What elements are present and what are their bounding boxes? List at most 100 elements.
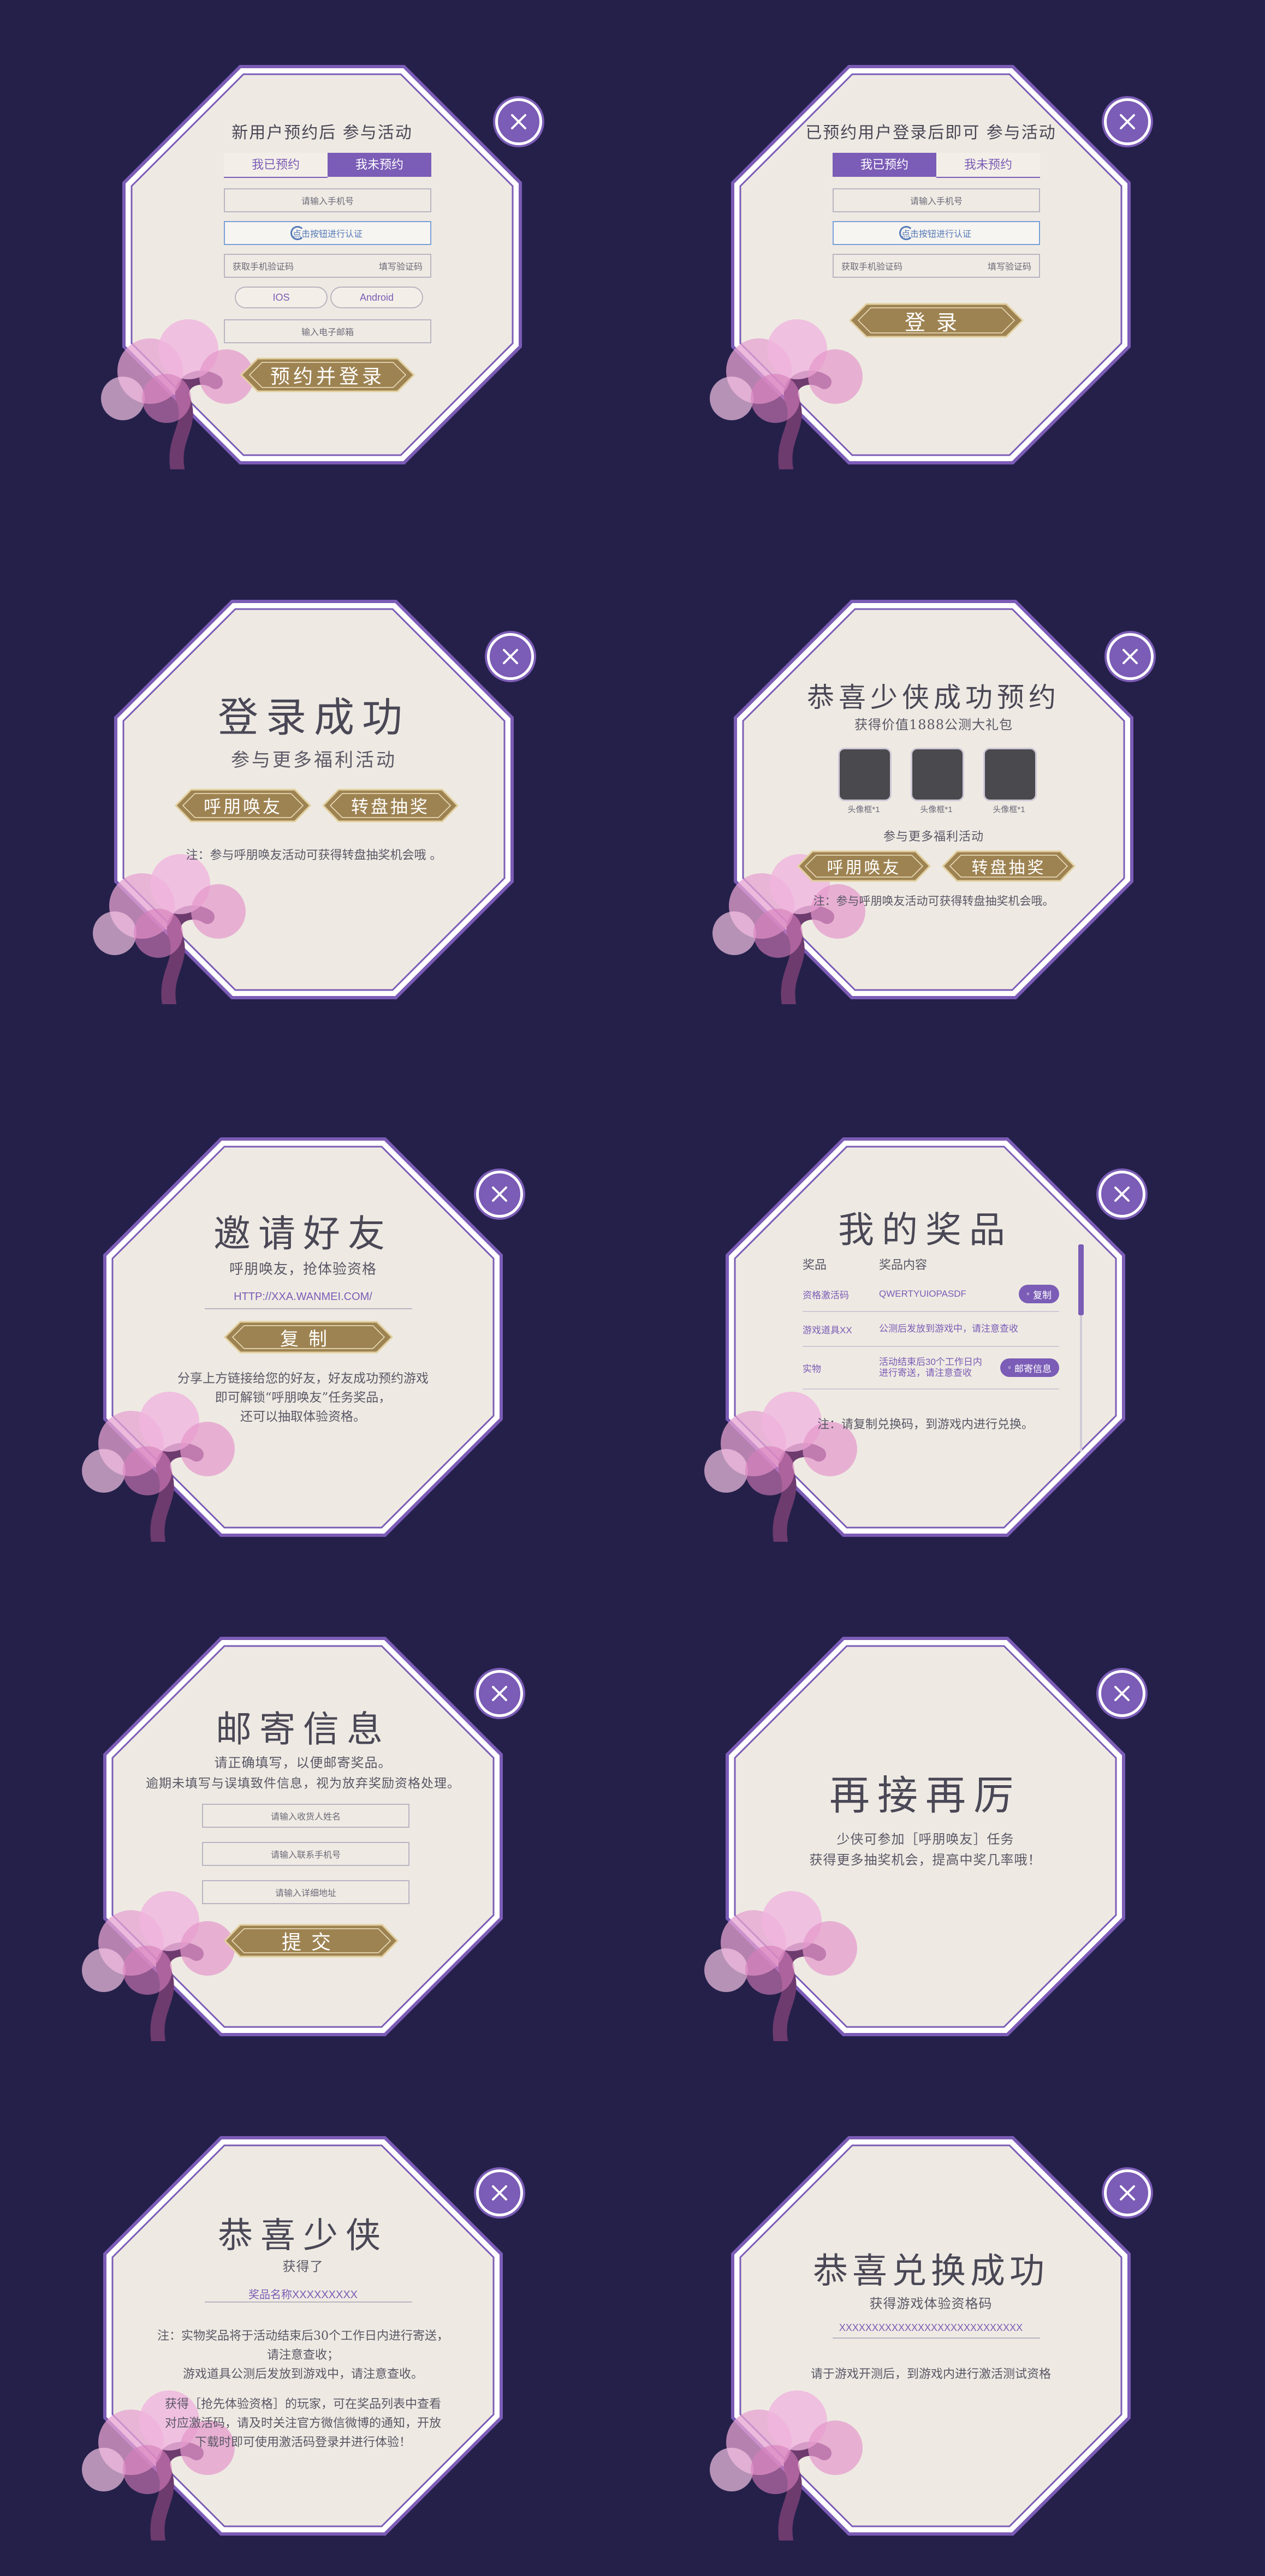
verify-spinner-icon bbox=[290, 226, 305, 240]
popup-title: 再接再厉 bbox=[829, 1772, 1021, 1819]
desc-line-1: 分享上方链接给您的好友，好友成功预约游戏 bbox=[177, 1372, 429, 1386]
prize-table-header: 奖品 奖品内容 bbox=[803, 1255, 1059, 1277]
gift-item-2 bbox=[911, 748, 964, 801]
popup-reserve-success: 恭喜少侠成功预约 获得价值1888公测大礼包 头像框*1 头像框*1 头像框*1… bbox=[712, 595, 1154, 1004]
verify-button[interactable]: 点击按钮进行认证 bbox=[833, 221, 1040, 245]
close-icon bbox=[1114, 1686, 1130, 1701]
login-button[interactable]: 登录 bbox=[849, 303, 1024, 338]
copy-label: 复制 bbox=[280, 1328, 337, 1350]
col-prize: 奖品 bbox=[803, 1259, 827, 1272]
prize-underline bbox=[205, 2301, 412, 2303]
popup-note: 注：参与呼朋唤友活动可获得转盘抽奖机会哦。 bbox=[813, 895, 1054, 908]
scrollbar-thumb[interactable] bbox=[1078, 1244, 1084, 1315]
close-button[interactable] bbox=[1098, 1670, 1145, 1717]
note-line-4: 获得［抢先体验资格］的玩家，可在奖品列表中查看 bbox=[164, 2398, 441, 2411]
ios-option[interactable]: IOS bbox=[235, 287, 328, 308]
close-button[interactable] bbox=[1104, 2169, 1151, 2216]
close-icon bbox=[1120, 114, 1135, 129]
reserve-login-label: 预约并登录 bbox=[270, 366, 385, 388]
desc-line-2: 即可解锁“呼朋唤友”任务奖品， bbox=[215, 1391, 391, 1405]
mail-icon: ◦ bbox=[1007, 1362, 1011, 1373]
desc-line-3: 还可以抽取体验资格。 bbox=[240, 1410, 366, 1424]
submit-button[interactable]: 提交 bbox=[224, 1924, 399, 1958]
popup-invite-friends: 邀请好友 呼朋唤友，抢体验资格 HTTP://XXA.WANMEI.COM/ 复… bbox=[82, 1132, 523, 1542]
prize-name: 奖品名称XXXXXXXXX bbox=[248, 2289, 358, 2301]
prize-name: 实物 bbox=[803, 1363, 821, 1374]
receiver-phone-input[interactable]: 请输入联系手机号 bbox=[202, 1842, 409, 1866]
redeem-code[interactable]: XXXXXXXXXXXXXXXXXXXXXXXXXXXX bbox=[726, 2322, 1136, 2334]
code-input[interactable]: 获取手机验证码 填写验证码 bbox=[833, 254, 1040, 278]
verify-button[interactable]: 点击按钮进行认证 bbox=[224, 221, 431, 245]
prize-content: 公测后发放到游戏中，请注意查收 bbox=[879, 1323, 1018, 1334]
close-icon bbox=[1120, 2185, 1135, 2201]
close-button[interactable] bbox=[476, 1171, 523, 1218]
close-button[interactable] bbox=[495, 98, 542, 145]
code-underline bbox=[833, 2338, 1040, 2339]
copy-code-button[interactable]: ◦ 复制 bbox=[1018, 1285, 1059, 1303]
prize-row: 游戏道具XX 公测后发放到游戏中，请注意查收 bbox=[803, 1312, 1059, 1347]
close-icon bbox=[492, 2185, 507, 2201]
popup-title: 登录成功 bbox=[218, 694, 410, 741]
popup-title: 我的奖品 bbox=[838, 1209, 1013, 1251]
popup-note: 请于游戏开测后，到游戏内进行激活测试资格 bbox=[810, 2368, 1051, 2381]
invite-button[interactable]: 呼朋唤友 bbox=[797, 850, 931, 882]
close-button[interactable] bbox=[1107, 633, 1154, 680]
popup-subtitle: 获得游戏体验资格码 bbox=[869, 2296, 993, 2311]
copy-button[interactable]: 复制 bbox=[224, 1321, 393, 1353]
popup-note: 注：参与呼朋唤友活动可获得转盘抽奖机会哦 。 bbox=[186, 849, 442, 862]
close-icon bbox=[1123, 649, 1138, 664]
tab-booked[interactable]: 我已预约 bbox=[224, 153, 328, 178]
tab-not-booked[interactable]: 我未预约 bbox=[936, 153, 1040, 178]
popup-title: 恭喜少侠成功预约 bbox=[807, 682, 1060, 713]
close-icon bbox=[492, 1686, 507, 1701]
code-button[interactable]: 填写验证码 bbox=[988, 259, 1031, 272]
close-icon bbox=[1114, 1186, 1130, 1202]
phone-input[interactable]: 请输入手机号 bbox=[833, 188, 1040, 212]
lottery-button[interactable]: 转盘抽奖 bbox=[942, 850, 1076, 882]
note-line-3: 游戏道具公测后发放到游戏中，请注意查收。 bbox=[182, 2368, 423, 2381]
popup-redeem-success: 恭喜兑换成功 获得游戏体验资格码 XXXXXXXXXXXXXXXXXXXXXXX… bbox=[710, 2131, 1151, 2541]
android-option[interactable]: Android bbox=[330, 287, 423, 308]
tab-not-booked[interactable]: 我未预约 bbox=[328, 153, 431, 177]
close-button[interactable] bbox=[1098, 1171, 1145, 1218]
popup-subtitle: 获得价值1888公测大礼包 bbox=[854, 717, 1013, 732]
gift-label-2: 头像框*1 bbox=[920, 805, 953, 814]
close-button[interactable] bbox=[476, 1670, 523, 1717]
prize-content: QWERTYUIOPASDF bbox=[879, 1289, 966, 1299]
popup-try-again: 再接再厉 少侠可参加［呼朋唤友］任务 获得更多抽奖机会，提高中奖几率哦！ bbox=[704, 1632, 1145, 2041]
popup-subtitle: 参与更多福利活动 bbox=[231, 749, 397, 771]
prize-row: 资格激活码 QWERTYUIOPASDF ◦ 复制 bbox=[803, 1277, 1059, 1312]
gift-label-3: 头像框*1 bbox=[993, 805, 1025, 814]
receiver-name-input[interactable]: 请输入收货人姓名 bbox=[202, 1804, 409, 1828]
lottery-button[interactable]: 转盘抽奖 bbox=[322, 789, 459, 822]
note-line-5: 对应激活码，请及时关注官方微信微博的通知，开放 bbox=[164, 2417, 441, 2430]
popup-title: 邀请好友 bbox=[213, 1213, 393, 1256]
more-activities: 参与更多福利活动 bbox=[883, 830, 984, 844]
code-button[interactable]: 填写验证码 bbox=[379, 259, 423, 272]
email-input[interactable]: 输入电子邮箱 bbox=[224, 319, 431, 343]
gift-label-1: 头像框*1 bbox=[847, 805, 880, 814]
close-button[interactable] bbox=[1104, 98, 1151, 145]
phone-input[interactable]: 请输入手机号 bbox=[224, 188, 431, 212]
mail-info-label: 邮寄信息 bbox=[1014, 1363, 1052, 1374]
tab-booked[interactable]: 我已预约 bbox=[833, 153, 936, 177]
gift-item-1 bbox=[838, 748, 892, 801]
code-input[interactable]: 获取手机验证码 填写验证码 bbox=[224, 254, 431, 278]
reserve-login-button[interactable]: 预约并登录 bbox=[240, 357, 415, 392]
popup-reserved-login: 已预约用户登录后即可 参与活动 我已预约 我未预约 请输入手机号 点击按钮进行认… bbox=[710, 60, 1151, 469]
message-line-1: 少侠可参加［呼朋唤友］任务 bbox=[836, 1832, 1014, 1847]
note-line-6: 下载时即可使用激活码登录并进行体验！ bbox=[194, 2436, 411, 2449]
mail-info-button[interactable]: ◦ 邮寄信息 bbox=[1000, 1358, 1059, 1377]
copy-icon: ◦ bbox=[1026, 1289, 1030, 1299]
invite-button[interactable]: 呼朋唤友 bbox=[175, 789, 311, 822]
note-line-2: 请注意查收； bbox=[266, 2348, 339, 2362]
address-input[interactable]: 请输入详细地址 bbox=[202, 1880, 409, 1904]
lottery-label: 转盘抽奖 bbox=[351, 796, 430, 817]
popup-subtitle: 获得了 bbox=[282, 2259, 324, 2274]
close-button[interactable] bbox=[487, 633, 534, 680]
invite-link[interactable]: HTTP://XXA.WANMEI.COM/ bbox=[98, 1291, 508, 1303]
popup-title: 恭喜少侠 bbox=[218, 2216, 388, 2256]
login-label: 登录 bbox=[904, 310, 968, 335]
gift-item-3 bbox=[983, 748, 1037, 801]
close-button[interactable] bbox=[476, 2169, 523, 2216]
